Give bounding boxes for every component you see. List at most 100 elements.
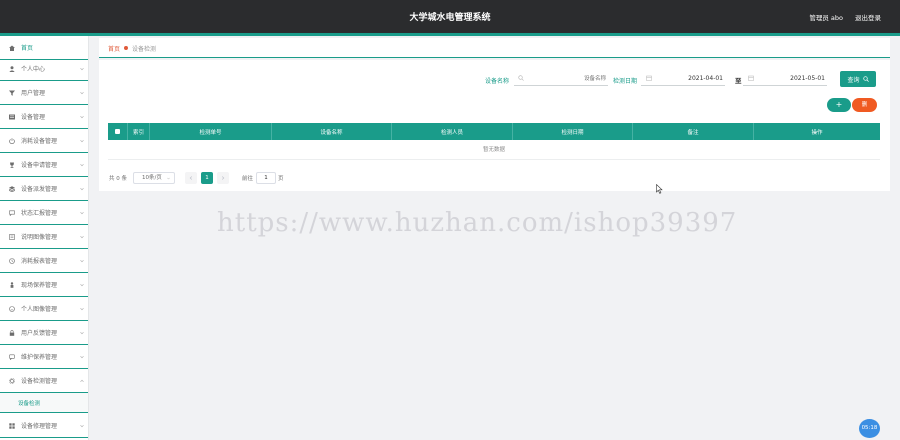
chevron-down-icon: [80, 259, 84, 263]
breadcrumb-separator-dot: [124, 46, 128, 50]
sidebar-item-label: 用户反馈管理: [21, 330, 58, 337]
sidebar-item-consumption-report[interactable]: 消耗报表管理: [0, 249, 88, 273]
sidebar-item-label: 用户管理: [21, 90, 46, 97]
date-to-input[interactable]: [743, 72, 827, 86]
chevron-down-icon: [80, 91, 84, 95]
sidebar-item-device-application[interactable]: 设备申请管理: [0, 153, 88, 177]
chevron-down-icon: [80, 283, 84, 287]
breadcrumb-current: 设备检测: [132, 46, 157, 53]
content-card: 设备名称 检测日期 至 查询 + 删 索引 检测单号 设备名称 检测人员 检测日…: [99, 60, 890, 191]
pagination: 共 0 条 10条/页 1 前往 页: [109, 172, 409, 184]
chevron-down-icon: [80, 115, 84, 119]
sidebar-item-onsite-maintenance[interactable]: 现场保养管理: [0, 273, 88, 297]
column-header-index[interactable]: 索引: [128, 123, 150, 140]
clock-icon: [9, 257, 15, 264]
sidebar-item-label: 设备派发管理: [21, 186, 58, 193]
column-header-inspector[interactable]: 检测人员: [392, 123, 513, 140]
chevron-right-icon: [221, 176, 225, 180]
logout-link[interactable]: 退出登录: [855, 12, 881, 22]
chevron-down-icon: [80, 67, 84, 71]
floating-timer-badge[interactable]: 05:18: [859, 419, 880, 438]
next-page-button[interactable]: [217, 172, 229, 184]
message-icon: [9, 354, 15, 360]
column-header-device-name[interactable]: 设备名称: [272, 123, 392, 140]
app-title: 大学城水电管理系统: [409, 13, 491, 23]
breadcrumb-home-link[interactable]: 首页: [108, 44, 120, 53]
doc-icon: [9, 233, 15, 240]
sidebar-item-label: 设备检测管理: [21, 378, 58, 385]
sidebar-item-device-inspection[interactable]: 设备检测管理: [0, 369, 88, 393]
search-icon: [862, 76, 869, 82]
sidebar-item-label: 说明图像管理: [21, 234, 58, 241]
trophy-icon: [9, 162, 15, 168]
query-button[interactable]: 查询: [840, 71, 876, 87]
date-from-input[interactable]: [641, 72, 725, 86]
column-header-inspection-date[interactable]: 检测日期: [513, 123, 633, 140]
chevron-down-icon: [80, 307, 84, 311]
column-header-remarks[interactable]: 备注: [633, 123, 754, 140]
sidebar-item-consumable-devices[interactable]: 消耗设备管理: [0, 129, 88, 153]
sidebar-item-label: 个人图像管理: [21, 306, 58, 313]
chevron-down-icon: [80, 331, 84, 335]
sidebar-item-users[interactable]: 用户管理: [0, 81, 88, 105]
watermark: https://www.huzhan.com/ishop39397: [217, 208, 738, 238]
chevron-down-icon: [80, 355, 84, 359]
person-icon: [9, 281, 15, 288]
power-icon: [9, 137, 15, 144]
sidebar-item-label: 设备申请管理: [21, 162, 58, 169]
home-icon: [9, 45, 15, 51]
column-header-actions[interactable]: 操作: [754, 123, 880, 140]
sidebar-item-label: 首页: [21, 45, 34, 52]
device-name-label: 设备名称: [485, 78, 510, 85]
top-bar: 大学城水电管理系统 管理员 abo 退出登录: [0, 0, 900, 33]
top-accent-stripe: [0, 33, 900, 36]
user-icon: [9, 65, 15, 72]
select-all-cell: [108, 123, 128, 140]
goto-label: 前往: [242, 176, 254, 182]
sidebar-item-label: 设备修理管理: [21, 423, 58, 430]
sidebar-subitem-device-inspection[interactable]: 设备检测: [0, 393, 88, 413]
pagination-total: 共 0 条: [109, 176, 127, 182]
delete-button[interactable]: 删: [852, 98, 877, 112]
sidebar-item-user-feedback[interactable]: 用户反馈管理: [0, 321, 88, 345]
page-jump-input[interactable]: [256, 172, 276, 184]
sidebar-item-devices[interactable]: 设备管理: [0, 105, 88, 129]
device-name-input[interactable]: [514, 72, 608, 86]
sidebar-item-label: 个人中心: [21, 66, 46, 73]
sidebar: 首页 个人中心 用户管理 设备管理 消耗设备管理 设备申请管理 设备派发管理 状…: [0, 36, 89, 440]
admin-label: 管理员 abo: [809, 14, 843, 22]
sidebar-item-status-report[interactable]: 状态汇报管理: [0, 201, 88, 225]
page-number-current[interactable]: 1: [201, 172, 213, 184]
chevron-down-icon: [80, 424, 84, 428]
sidebar-item-device-repair[interactable]: 设备修理管理: [0, 414, 88, 438]
chevron-down-icon: [167, 177, 170, 180]
page-size-select[interactable]: 10条/页: [133, 172, 175, 184]
sidebar-item-maintenance[interactable]: 维护保养管理: [0, 345, 88, 369]
gear-icon: [9, 377, 15, 384]
column-header-inspection-no[interactable]: 检测单号: [150, 123, 272, 140]
smile-icon: [9, 305, 15, 312]
sidebar-item-personal-images[interactable]: 个人图像管理: [0, 297, 88, 321]
inspection-date-label: 检测日期: [613, 78, 638, 85]
chevron-down-icon: [80, 187, 84, 191]
query-button-label: 查询: [847, 76, 860, 84]
lock-icon: [9, 329, 15, 336]
mouse-cursor-icon: [656, 184, 663, 194]
prev-page-button[interactable]: [185, 172, 197, 184]
funnel-icon: [9, 90, 15, 96]
page-size-value: 10条/页: [142, 175, 162, 181]
sidebar-item-label: 设备管理: [21, 114, 46, 121]
chevron-up-icon: [80, 379, 84, 383]
add-button[interactable]: +: [827, 98, 851, 112]
select-all-checkbox[interactable]: [115, 129, 120, 134]
sidebar-item-label: 状态汇报管理: [21, 210, 58, 217]
sidebar-item-device-dispatch[interactable]: 设备派发管理: [0, 177, 88, 201]
sidebar-item-manual-images[interactable]: 说明图像管理: [0, 225, 88, 249]
chevron-down-icon: [80, 139, 84, 143]
sidebar-item-personal-center[interactable]: 个人中心: [0, 57, 88, 81]
chevron-down-icon: [80, 163, 84, 167]
sidebar-item-label: 维护保养管理: [21, 354, 58, 361]
sidebar-item-label: 消耗报表管理: [21, 258, 58, 265]
list-icon: [9, 114, 15, 120]
stack-icon: [9, 185, 15, 192]
